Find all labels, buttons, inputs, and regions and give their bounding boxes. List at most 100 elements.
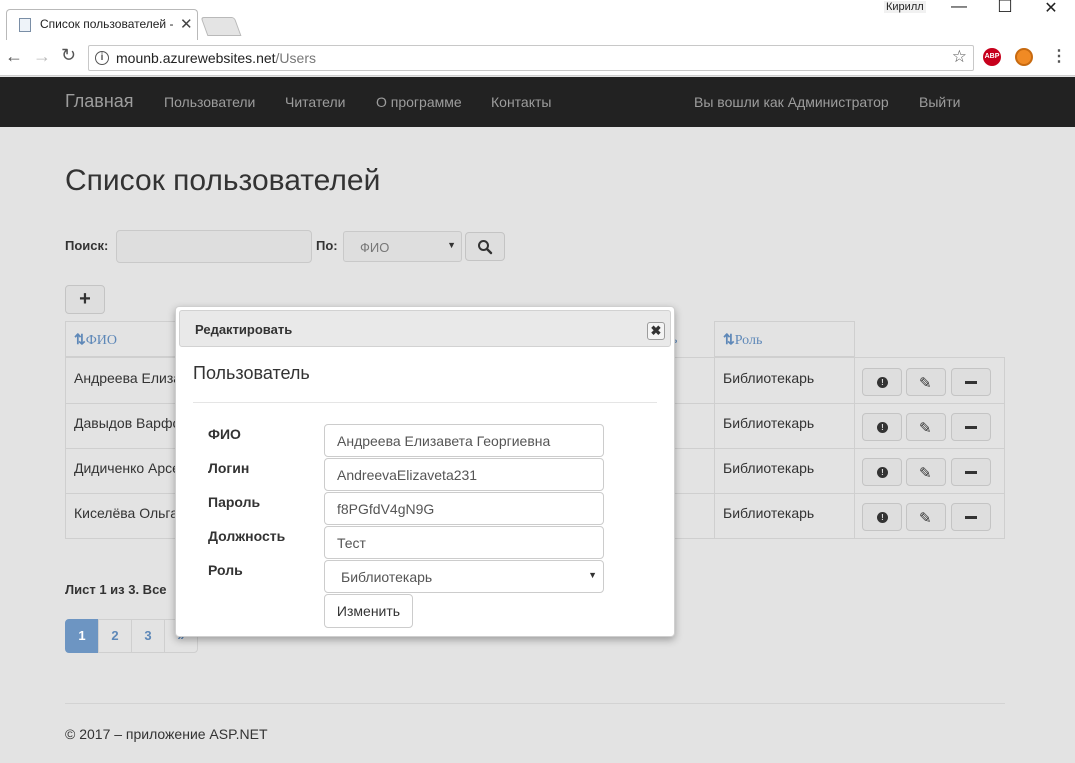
info-icon: ! — [877, 377, 888, 388]
save-button[interactable]: Изменить — [324, 594, 413, 628]
pager-summary: Лист 1 из 3. Все — [65, 582, 167, 597]
cell-fio: Киселёва Ольга — [74, 505, 178, 521]
forward-icon[interactable]: → — [33, 46, 51, 67]
col-divider — [854, 357, 855, 539]
bookmark-star-icon[interactable]: ☆ — [952, 47, 967, 67]
nav-logout[interactable]: Выйти — [919, 94, 960, 110]
col-divider — [714, 357, 715, 539]
pencil-icon: ✎ — [919, 465, 932, 482]
info-icon: ! — [877, 467, 888, 478]
page-3-button[interactable]: 3 — [131, 619, 165, 653]
dialog-divider — [193, 402, 657, 403]
fio-field[interactable]: Андреева Елизавета Георгиевна — [324, 424, 604, 457]
col-divider — [1004, 357, 1005, 539]
browser-menu-icon[interactable]: ⋮ — [1051, 46, 1067, 66]
search-label: Поиск: — [65, 238, 109, 253]
role-select[interactable]: Библиотекарь ▼ — [324, 560, 604, 593]
page-favicon-icon — [19, 18, 31, 32]
cell-fio: Давыдов Варфо — [74, 415, 181, 431]
minimize-icon[interactable]: — — [944, 0, 974, 16]
sort-fio-link[interactable]: ⇅ФИО — [74, 332, 117, 349]
site-info-icon[interactable]: i — [95, 51, 109, 65]
delete-button[interactable] — [951, 413, 991, 441]
cell-role: Библиотекарь — [723, 460, 815, 476]
details-button[interactable]: ! — [862, 503, 902, 531]
extension-orange-icon[interactable] — [1015, 48, 1033, 66]
site-navbar: Главная Пользователи Читатели О программ… — [0, 77, 1075, 127]
reload-icon[interactable]: ↻ — [61, 45, 76, 66]
tab-close-icon[interactable]: ✕ — [180, 15, 193, 33]
details-button[interactable]: ! — [862, 413, 902, 441]
minus-icon — [965, 381, 977, 384]
login-label: Логин — [208, 460, 250, 476]
minus-icon — [965, 516, 977, 519]
footer-text: © 2017 – приложение ASP.NET — [65, 726, 268, 742]
edit-button[interactable]: ✎ — [906, 503, 946, 531]
login-field[interactable]: AndreevaElizaveta231 — [324, 458, 604, 491]
delete-button[interactable] — [951, 368, 991, 396]
minus-icon — [965, 471, 977, 474]
position-field[interactable]: Тест — [324, 526, 604, 559]
role-label: Роль — [208, 562, 243, 578]
dialog-heading: Пользователь — [193, 363, 310, 383]
password-label: Пароль — [208, 494, 261, 510]
browser-titlebar: Список пользователей - ✕ Кирилл — ☐ ✕ — [0, 0, 1075, 40]
footer-divider — [65, 703, 1005, 704]
dialog-title: Редактировать — [195, 322, 293, 337]
profile-name[interactable]: Кирилл — [884, 1, 926, 13]
nav-logged-in-as[interactable]: Вы вошли как Администратор — [694, 94, 889, 110]
search-button[interactable] — [465, 232, 505, 261]
sort-icon: ⇅ — [74, 333, 86, 348]
chevron-down-icon: ▼ — [588, 570, 597, 580]
close-window-icon[interactable]: ✕ — [1036, 0, 1066, 18]
edit-user-dialog: Редактировать ✖ Пользователь ФИО Андреев… — [175, 306, 675, 637]
pencil-icon: ✎ — [919, 375, 932, 392]
address-bar: ← → ↻ i mounb.azurewebsites.net/Users ☆ — [0, 40, 1075, 76]
back-icon[interactable]: ← — [5, 46, 23, 67]
password-field[interactable]: f8PGfdV4gN9G — [324, 492, 604, 525]
url-text: mounb.azurewebsites.net/Users — [116, 50, 316, 66]
search-input[interactable] — [116, 230, 312, 263]
pencil-icon: ✎ — [919, 510, 932, 527]
adblock-extension-icon[interactable]: ABP — [983, 48, 1001, 66]
edit-button[interactable]: ✎ — [906, 413, 946, 441]
nav-link-readers[interactable]: Читатели — [285, 94, 345, 110]
browser-tab[interactable]: Список пользователей - ✕ — [6, 9, 198, 40]
delete-button[interactable] — [951, 503, 991, 531]
col-divider — [65, 357, 66, 539]
search-icon — [478, 240, 493, 255]
page-1-button[interactable]: 1 — [65, 619, 99, 653]
cell-role: Библиотекарь — [723, 415, 815, 431]
cell-role: Библиотекарь — [723, 370, 815, 386]
tab-title: Список пользователей - — [40, 17, 174, 31]
position-label: Должность — [208, 528, 286, 544]
add-user-button[interactable]: + — [65, 285, 105, 314]
details-button[interactable]: ! — [862, 458, 902, 486]
new-tab-button[interactable] — [200, 17, 242, 36]
cell-role: Библиотекарь — [723, 505, 815, 521]
dialog-close-icon[interactable]: ✖ — [647, 322, 665, 340]
pencil-icon: ✎ — [919, 420, 932, 437]
search-by-select[interactable]: ФИО ▼ — [343, 231, 462, 262]
info-icon: ! — [877, 512, 888, 523]
edit-button[interactable]: ✎ — [906, 458, 946, 486]
fio-label: ФИО — [208, 426, 241, 442]
search-by-label: По: — [316, 238, 338, 253]
url-field[interactable]: i mounb.azurewebsites.net/Users ☆ — [88, 45, 974, 71]
maximize-icon[interactable]: ☐ — [990, 0, 1020, 17]
nav-link-contacts[interactable]: Контакты — [491, 94, 551, 110]
delete-button[interactable] — [951, 458, 991, 486]
edit-button[interactable]: ✎ — [906, 368, 946, 396]
chevron-down-icon: ▼ — [447, 240, 456, 250]
sort-icon: ⇅ — [723, 333, 735, 348]
dialog-titlebar[interactable]: Редактировать ✖ — [179, 310, 671, 347]
details-button[interactable]: ! — [862, 368, 902, 396]
page-2-button[interactable]: 2 — [98, 619, 132, 653]
nav-brand-home[interactable]: Главная — [65, 91, 134, 112]
sort-role-link[interactable]: ⇅Роль — [723, 332, 762, 349]
minus-icon — [965, 426, 977, 429]
cell-fio: Андреева Елиза — [74, 370, 182, 386]
info-icon: ! — [877, 422, 888, 433]
nav-link-users[interactable]: Пользователи — [164, 94, 255, 110]
nav-link-about[interactable]: О программе — [376, 94, 462, 110]
